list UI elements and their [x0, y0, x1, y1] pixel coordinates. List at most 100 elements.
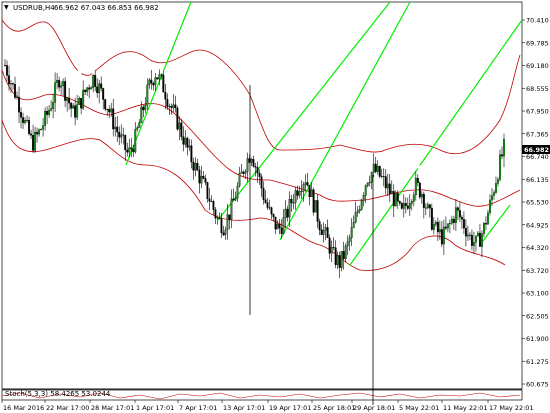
candle-body [252, 159, 255, 167]
y-tick-label: 60.675 [526, 381, 549, 389]
candle-body [40, 129, 43, 131]
candle-body [126, 149, 129, 153]
candle-body [24, 120, 26, 123]
candle-body [398, 201, 401, 204]
candle-body [186, 137, 189, 148]
candle-body [36, 131, 39, 135]
candle-body [26, 120, 28, 121]
candle-body [208, 198, 211, 202]
candle-body [380, 176, 383, 177]
candle-body [14, 84, 16, 98]
candle-body [206, 182, 209, 199]
candle-body [228, 214, 231, 220]
candle-body [282, 217, 285, 234]
candle-body [328, 237, 331, 254]
y-tick-label: 67.950 [526, 108, 549, 116]
candle-body [82, 89, 85, 109]
candle-body [444, 226, 447, 229]
candle-body [198, 169, 201, 184]
dropdown-icon[interactable]: ▼ [4, 4, 9, 11]
y-tick-label: 63.720 [526, 267, 549, 275]
candle-body [86, 87, 89, 93]
candle-body [164, 91, 167, 100]
candle-body [418, 182, 421, 198]
candle-body [424, 207, 427, 209]
candle-body [264, 199, 267, 203]
candle-body [340, 251, 343, 268]
candle-body [96, 86, 99, 94]
candle-body [88, 87, 91, 90]
candle-body [192, 161, 195, 171]
candle-body [366, 182, 369, 186]
candle-body [218, 217, 221, 219]
candle-body [70, 102, 73, 109]
svg-text:66.982: 66.982 [524, 146, 549, 154]
candle-body [362, 195, 365, 201]
candle-body [78, 98, 81, 105]
candle-body [134, 129, 137, 153]
candle-body [190, 145, 193, 163]
y-tick-label: 66.135 [526, 176, 549, 184]
candle-body [448, 223, 451, 225]
candle-body [216, 217, 219, 219]
candle-body [58, 80, 61, 88]
candle-body [172, 104, 175, 108]
candle-body [360, 200, 363, 210]
candle-body [378, 166, 381, 177]
candle-body [290, 199, 293, 204]
candle-body [322, 230, 325, 235]
candle-body [248, 158, 251, 163]
candle-body [250, 159, 253, 163]
x-tick-label: 13 Apr 17:01 [223, 404, 265, 412]
candle-body [442, 226, 445, 245]
y-tick-label: 61.900 [526, 335, 549, 343]
candle-body [22, 117, 24, 123]
candle-body [483, 223, 485, 234]
candle-body [260, 176, 263, 189]
candle-body [308, 185, 311, 198]
candle-body [491, 195, 493, 201]
candle-body [108, 109, 111, 113]
candle-body [370, 172, 373, 183]
candle-body [196, 163, 199, 171]
candle-body [470, 234, 473, 246]
candle-body [356, 210, 359, 213]
candle-body [440, 229, 443, 245]
candle-body [214, 209, 217, 219]
candle-body [30, 133, 33, 136]
x-tick-label: 28 Mar 17:01 [91, 404, 134, 412]
candle-body [204, 178, 207, 183]
candle-body [342, 251, 345, 259]
candle-body [503, 138, 505, 157]
candle-body [468, 234, 471, 236]
candle-body [140, 106, 143, 123]
candle-body [128, 147, 131, 153]
price-chart[interactable]: ▼ USDRUB,H4 66.962 67.043 66.853 66.982 … [0, 0, 550, 413]
candle-body [294, 190, 297, 203]
candle-body [238, 173, 241, 187]
candle-body [428, 204, 431, 209]
candle-body [394, 193, 397, 207]
candle-body [158, 74, 161, 80]
candle-body [438, 229, 441, 233]
candle-body [300, 191, 303, 193]
candle-body [396, 193, 399, 202]
candle-body [242, 171, 245, 174]
candle-body [94, 75, 97, 87]
y-tick-label: 61.275 [526, 358, 549, 366]
candle-body [74, 105, 77, 118]
candle-body [450, 218, 453, 224]
candle-body [106, 108, 109, 110]
y-tick-label: 69.785 [526, 39, 549, 47]
candle-body [499, 154, 501, 180]
candle-body [68, 97, 71, 104]
candle-body [28, 120, 31, 135]
candle-body [202, 175, 205, 179]
candle-body [501, 154, 503, 157]
candle-body [230, 198, 233, 220]
candle-body [336, 255, 339, 265]
candle-body [174, 104, 177, 109]
candle-body [318, 221, 321, 230]
candle-body [306, 182, 309, 186]
candle-body [346, 241, 349, 247]
